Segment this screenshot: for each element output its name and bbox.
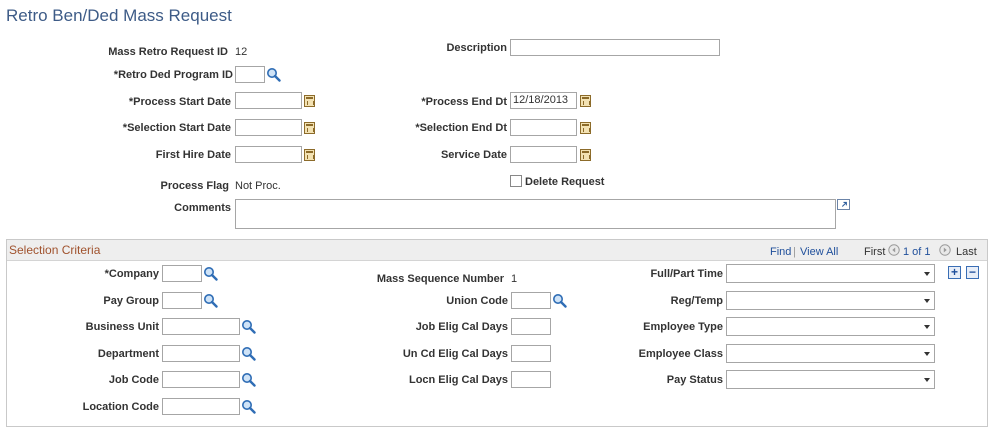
company-input[interactable] — [162, 265, 202, 282]
magnifier-icon[interactable] — [241, 319, 256, 334]
magnifier-icon[interactable] — [203, 266, 218, 281]
union-code-label: Union Code — [446, 295, 508, 307]
pay-status-select[interactable] — [726, 370, 935, 389]
calendar-icon[interactable] — [304, 95, 315, 107]
process-start-date-input[interactable] — [235, 92, 302, 109]
next-icon[interactable] — [939, 244, 951, 256]
un-cd-elig-cal-days-input[interactable] — [511, 345, 551, 362]
business-unit-label: Business Unit — [85, 321, 159, 333]
calendar-icon[interactable] — [304, 149, 315, 161]
reg-temp-select[interactable] — [726, 291, 935, 310]
selection-end-dt-input[interactable] — [510, 119, 577, 136]
union-code-input[interactable] — [511, 292, 551, 309]
comments-textarea[interactable] — [235, 199, 836, 229]
department-label: Department — [97, 348, 159, 360]
mass-sequence-number-value: 1 — [511, 273, 518, 285]
page-title: Retro Ben/Ded Mass Request — [6, 6, 232, 25]
reg-temp-label: Reg/Temp — [670, 295, 723, 307]
previous-icon[interactable] — [888, 244, 900, 256]
pay-group-input[interactable] — [162, 292, 202, 309]
chevron-down-icon — [924, 378, 930, 382]
process-flag-value: Not Proc. — [235, 180, 281, 192]
magnifier-icon[interactable] — [203, 293, 218, 308]
location-code-input[interactable] — [162, 398, 240, 415]
employee-type-select[interactable] — [726, 317, 935, 336]
process-end-dt-label: *Process End Dt — [421, 96, 507, 108]
comments-label: Comments — [174, 202, 231, 214]
locn-elig-cal-days-label: Locn Elig Cal Days — [408, 374, 508, 386]
job-code-input[interactable] — [162, 371, 240, 388]
delete-row-button[interactable]: − — [966, 266, 979, 279]
retro-ded-program-id-input[interactable] — [235, 66, 265, 83]
employee-type-label: Employee Type — [643, 321, 723, 333]
chevron-down-icon — [924, 352, 930, 356]
job-elig-cal-days-label: Job Elig Cal Days — [415, 321, 508, 333]
selection-end-dt-label: *Selection End Dt — [415, 122, 507, 134]
first-link[interactable]: First — [864, 246, 885, 258]
process-flag-label: Process Flag — [160, 180, 229, 192]
business-unit-input[interactable] — [162, 318, 240, 335]
magnifier-icon[interactable] — [266, 67, 281, 82]
locn-elig-cal-days-input[interactable] — [511, 371, 551, 388]
view-all-link[interactable]: View All — [800, 246, 838, 258]
job-elig-cal-days-input[interactable] — [511, 318, 551, 335]
location-code-label: Location Code — [82, 401, 159, 413]
mass-retro-request-id-label: Mass Retro Request ID — [108, 46, 228, 58]
chevron-down-icon — [924, 299, 930, 303]
retro-ded-program-id-label: *Retro Ded Program ID — [113, 69, 233, 81]
first-hire-date-label: First Hire Date — [155, 149, 231, 161]
last-link[interactable]: Last — [956, 246, 977, 258]
selection-start-date-label: *Selection Start Date — [122, 122, 231, 134]
first-hire-date-input[interactable] — [235, 146, 302, 163]
department-input[interactable] — [162, 345, 240, 362]
process-end-dt-input[interactable]: 12/18/2013 — [510, 92, 577, 109]
service-date-label: Service Date — [440, 149, 507, 161]
magnifier-icon[interactable] — [241, 399, 256, 414]
magnifier-icon[interactable] — [552, 293, 567, 308]
chevron-down-icon — [924, 325, 930, 329]
find-link[interactable]: Find — [770, 246, 791, 258]
calendar-icon[interactable] — [580, 149, 591, 161]
selection-criteria-title: Selection Criteria — [9, 243, 101, 257]
calendar-icon[interactable] — [580, 95, 591, 107]
service-date-input[interactable] — [510, 146, 577, 163]
add-row-button[interactable]: + — [948, 266, 961, 279]
pay-status-label: Pay Status — [666, 374, 723, 386]
pay-group-label: Pay Group — [103, 295, 159, 307]
delete-request-checkbox[interactable] — [510, 175, 522, 187]
company-label: *Company — [104, 268, 159, 280]
delete-request-label: Delete Request — [525, 176, 605, 188]
job-code-label: Job Code — [108, 374, 159, 386]
selection-start-date-input[interactable] — [235, 119, 302, 136]
description-input[interactable] — [510, 39, 720, 56]
description-label: Description — [446, 42, 507, 54]
un-cd-elig-cal-days-label: Un Cd Elig Cal Days — [402, 348, 508, 360]
employee-class-label: Employee Class — [638, 348, 723, 360]
nav-separator: | — [793, 246, 796, 258]
chevron-down-icon — [924, 272, 930, 276]
magnifier-icon[interactable] — [241, 372, 256, 387]
full-part-time-select[interactable] — [726, 264, 935, 283]
mass-retro-request-id-value: 12 — [235, 46, 248, 58]
expand-icon[interactable] — [837, 199, 850, 210]
calendar-icon[interactable] — [580, 122, 591, 134]
process-start-date-label: *Process Start Date — [128, 96, 231, 108]
full-part-time-label: Full/Part Time — [650, 268, 723, 280]
calendar-icon[interactable] — [304, 122, 315, 134]
row-counter: 1 of 1 — [903, 246, 931, 258]
magnifier-icon[interactable] — [241, 346, 256, 361]
selection-criteria-header — [7, 240, 987, 261]
employee-class-select[interactable] — [726, 344, 935, 363]
mass-sequence-number-label: Mass Sequence Number — [376, 273, 504, 285]
